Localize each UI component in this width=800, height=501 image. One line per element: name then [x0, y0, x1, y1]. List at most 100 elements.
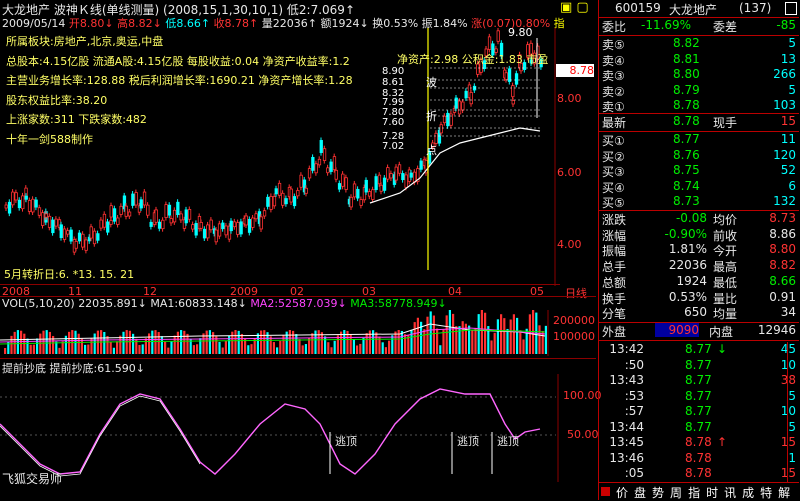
volume-bar	[77, 333, 80, 354]
stat-label: 均量	[713, 307, 738, 322]
toolbar-btn-7[interactable]: 成	[739, 484, 757, 501]
volume-bar	[112, 347, 115, 354]
candle-body	[469, 92, 473, 105]
tick-price: 8.77	[685, 404, 712, 418]
candle-body	[464, 90, 468, 99]
volume-bar	[128, 330, 131, 354]
bottom-toolbar: 价盘势周指时讯成特解	[599, 482, 799, 501]
panel-toggle-icon[interactable]	[785, 2, 797, 15]
tick-row[interactable]: 13:45 8.78 ↑ 15	[599, 435, 799, 451]
candle-body	[401, 173, 405, 181]
bid-row[interactable]: 买⑤ 8.73 132	[599, 194, 799, 210]
tick-row[interactable]: 13:46 8.78 1	[599, 451, 799, 467]
candle-body	[262, 210, 267, 217]
volume-bar	[135, 338, 138, 354]
candle-body	[446, 112, 450, 127]
ask-row[interactable]: 卖② 8.79 5	[599, 83, 799, 99]
current-price-text: 8.78	[569, 64, 595, 77]
volume-bar	[224, 341, 227, 354]
candle-body	[14, 192, 18, 201]
volume-bar	[496, 319, 499, 354]
bid-volume: 52	[780, 163, 796, 178]
fib-label: 7.02	[382, 141, 405, 152]
tick-row[interactable]: :50 8.77 10	[599, 358, 799, 374]
ask-row[interactable]: 卖③ 8.80 266	[599, 67, 799, 83]
candle-body	[66, 230, 70, 235]
toolbar-square-icon[interactable]	[601, 487, 610, 496]
tick-row[interactable]: :57 8.77 10	[599, 404, 799, 420]
tick-row[interactable]: 13:43 8.77 38	[599, 373, 799, 389]
toolbar-btn-9[interactable]: 解	[775, 484, 793, 501]
toolbar-btn-4[interactable]: 指	[685, 484, 703, 501]
window-controls[interactable]: ▣ ▢	[560, 0, 589, 15]
volume-bar	[176, 331, 179, 354]
volume-chart[interactable]	[0, 310, 596, 356]
tick-row[interactable]: :53 8.77 5	[599, 389, 799, 405]
outer-value: 9090	[655, 323, 699, 337]
bid-row[interactable]: 买④ 8.74 6	[599, 179, 799, 195]
volume-bar	[237, 330, 240, 354]
candle-body	[504, 72, 508, 81]
ind-line-magenta	[0, 388, 541, 475]
tick-row[interactable]: 13:44 8.77 5	[599, 420, 799, 436]
volume-bar	[314, 330, 317, 354]
candle-body	[176, 201, 180, 215]
bid-row[interactable]: 买① 8.77 11	[599, 132, 799, 148]
candle-body	[24, 195, 28, 200]
candle-body	[11, 191, 15, 206]
bid-volume: 120	[773, 147, 796, 162]
volume-bar	[157, 332, 160, 354]
pivot-label: 折	[426, 110, 437, 123]
candle-body	[84, 239, 88, 251]
ask-row[interactable]: 卖① 8.78 103	[599, 98, 799, 114]
tick-price: 8.77	[685, 373, 712, 387]
candle-body	[457, 100, 462, 115]
toolbar-btn-8[interactable]: 特	[757, 484, 775, 501]
volume-bar	[317, 330, 320, 354]
volume-bar	[324, 336, 327, 354]
ask-row[interactable]: 卖④ 8.81 13	[599, 52, 799, 68]
candle-body	[74, 241, 78, 249]
candle-body	[439, 124, 443, 134]
toolbar-btn-2[interactable]: 势	[649, 484, 667, 501]
candle-body	[266, 196, 270, 207]
pivot-labels: 波 折 点	[426, 66, 437, 168]
fib-label: 7.60	[382, 117, 405, 128]
candle-body	[206, 224, 210, 239]
vol-label: VOL(5,10,20)	[2, 297, 75, 310]
tick-price: 8.78	[685, 435, 712, 449]
volume-bar	[186, 333, 189, 354]
toolbar-btn-5[interactable]: 时	[703, 484, 721, 501]
toolbar-btn-3[interactable]: 周	[667, 484, 685, 501]
candle-body	[116, 217, 120, 225]
stat-value: 22036	[668, 258, 707, 273]
tick-scrollbar[interactable]	[787, 342, 798, 482]
chart-area[interactable]: 大龙地产 波神Ｋ线(单线测量) (2008,15,1,30,10,1) 低2:7…	[0, 0, 602, 500]
volume-bar	[356, 345, 359, 354]
volume-bar	[320, 332, 323, 354]
stat-value: 1924	[676, 273, 707, 288]
volume-bar	[279, 340, 282, 354]
toolbar-btn-0[interactable]: 价	[613, 484, 631, 501]
candle-body	[511, 85, 515, 98]
indicator-chart[interactable]	[0, 374, 596, 482]
bid-label: 买②	[602, 149, 625, 164]
ind-tick: 50.00	[567, 428, 599, 441]
bid-row[interactable]: 买③ 8.75 52	[599, 163, 799, 179]
volume-bar	[471, 329, 474, 354]
candle-body	[127, 211, 132, 217]
volume-bar	[10, 335, 13, 354]
toolbar-btn-1[interactable]: 盘	[631, 484, 649, 501]
bid-row[interactable]: 买② 8.76 120	[599, 148, 799, 164]
tick-row[interactable]: 13:42 8.77 ↓ 45	[599, 342, 799, 358]
volume-bar	[13, 331, 16, 354]
ask-row[interactable]: 卖⑤ 8.82 5	[599, 36, 799, 52]
candle-body	[44, 213, 48, 218]
tick-row[interactable]: :05 8.78 15	[599, 466, 799, 482]
x-axis-period[interactable]: 日线	[565, 285, 587, 301]
candle-body	[81, 233, 85, 248]
volume-bar	[455, 326, 458, 354]
stat-label: 最高	[713, 260, 738, 275]
toolbar-btn-6[interactable]: 讯	[721, 484, 739, 501]
candle-body	[184, 209, 188, 224]
